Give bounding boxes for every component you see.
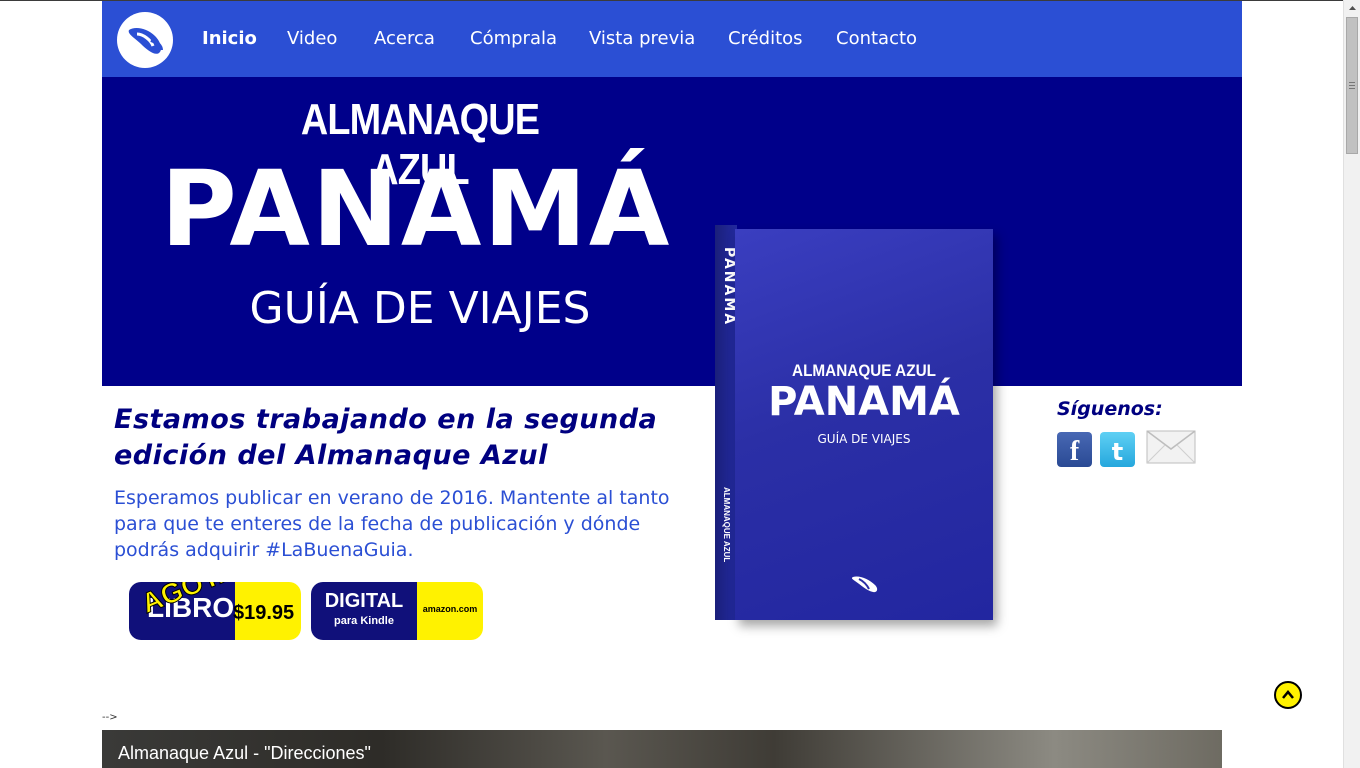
stray-markup-text: --> bbox=[102, 712, 118, 723]
book-sandal-icon bbox=[851, 576, 878, 593]
nav-item-contacto[interactable]: Contacto bbox=[836, 28, 917, 49]
scrollbar-thumb[interactable] bbox=[1346, 17, 1358, 154]
logo[interactable] bbox=[117, 12, 173, 68]
chevron-up-icon bbox=[1282, 690, 1294, 699]
nav-item-vista-previa[interactable]: Vista previa bbox=[589, 28, 695, 49]
book-front: ALMANAQUE AZUL PANAMÁ GUÍA DE VIAJES bbox=[735, 229, 993, 620]
book-cover-subtitle: GUÍA DE VIAJES bbox=[817, 432, 911, 446]
digital-label: DIGITAL bbox=[324, 590, 404, 612]
book-cover-kicker: ALMANAQUE AZUL bbox=[792, 361, 936, 380]
twitter-icon[interactable]: t bbox=[1100, 432, 1135, 467]
book-cover-title: PANAMÁ bbox=[768, 379, 960, 425]
video-title[interactable]: Almanaque Azul - "Direcciones" bbox=[118, 743, 371, 764]
nav-item-comprala[interactable]: Cómprala bbox=[470, 28, 557, 49]
sandal-logo-icon bbox=[128, 28, 163, 54]
nav-item-inicio[interactable]: Inicio bbox=[202, 28, 257, 49]
scroll-up-arrow-icon[interactable] bbox=[1344, 0, 1360, 17]
nav-item-video[interactable]: Video bbox=[287, 28, 337, 49]
digital-sublabel: para Kindle bbox=[334, 615, 394, 627]
store-label: amazon.com bbox=[422, 604, 478, 614]
book-cover-image: PANAMÁ ALMANAQUE AZUL ALMANAQUE AZUL PAN… bbox=[715, 225, 995, 620]
nav-item-creditos[interactable]: Créditos bbox=[728, 28, 803, 49]
page-headline: Estamos trabajando en la segunda edición… bbox=[114, 404, 658, 471]
follow-heading: Síguenos: bbox=[1057, 398, 1163, 420]
top-nav: Inicio Video Acerca Cómprala Vista previ… bbox=[102, 1, 1242, 77]
book-spine: PANAMÁ ALMANAQUE AZUL bbox=[715, 225, 737, 620]
buy-kindle-button[interactable]: DIGITAL para Kindle amazon.com bbox=[311, 582, 483, 640]
facebook-icon[interactable]: f bbox=[1057, 432, 1092, 467]
mail-icon[interactable] bbox=[1146, 430, 1196, 464]
hero-banner: ALMANAQUE AZUL PANAMÁ GUÍA DE VIAJES bbox=[102, 77, 1242, 386]
hero-title: PANAMÁ bbox=[160, 148, 672, 270]
intro-paragraph: Esperamos publicar en verano de 2016. Ma… bbox=[114, 487, 670, 561]
video-player[interactable]: Almanaque Azul - "Direcciones" bbox=[102, 730, 1222, 768]
hero-subtitle: GUÍA DE VIAJES bbox=[249, 283, 591, 334]
book-spine-brand: ALMANAQUE AZUL bbox=[722, 487, 731, 563]
print-price: $19.95 bbox=[233, 602, 295, 624]
page-scrollbar[interactable] bbox=[1343, 0, 1360, 768]
scroll-to-top-button[interactable] bbox=[1274, 681, 1302, 709]
buy-print-button[interactable]: LIBRO $19.95 AGOTADO bbox=[129, 582, 301, 640]
nav-item-acerca[interactable]: Acerca bbox=[374, 28, 435, 49]
